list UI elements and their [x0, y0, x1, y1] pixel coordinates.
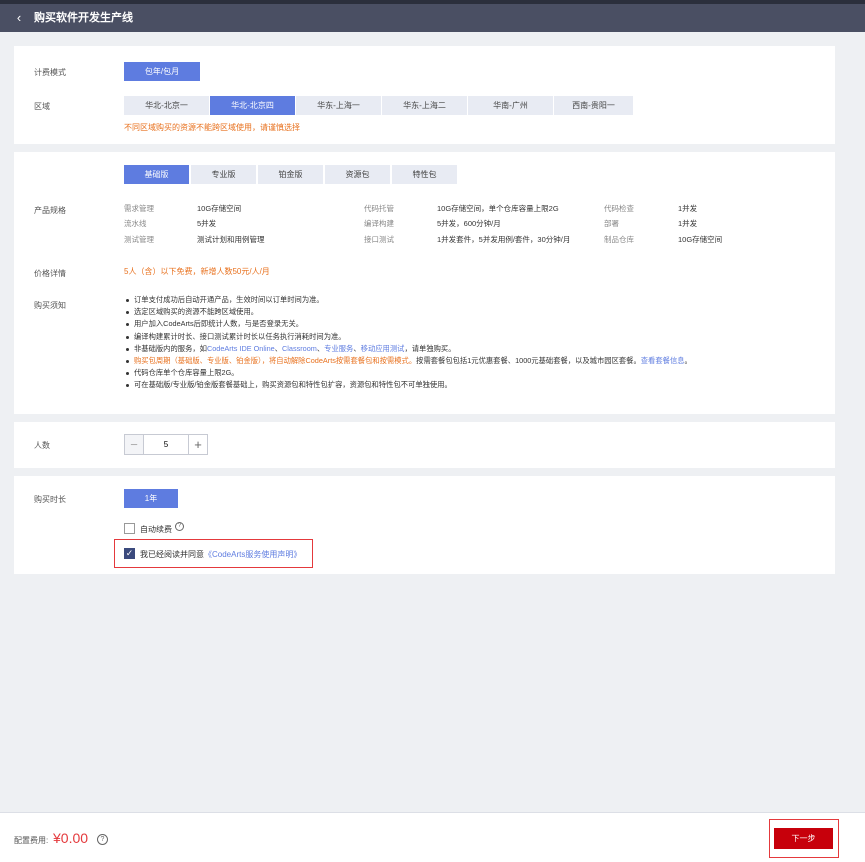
top-bar: ‹ 购买软件开发生产线 — [0, 0, 865, 32]
duration-label: 购买时长 — [34, 495, 66, 504]
decrement-button[interactable]: − — [125, 435, 144, 454]
region-label: 区域 — [34, 102, 50, 111]
spec-value: 10G存储空间 — [678, 235, 723, 244]
region-option-guangzhou[interactable]: 华南-广州 — [468, 96, 553, 115]
spec-key: 测试管理 — [124, 235, 154, 244]
price-label: 价格详情 — [34, 269, 66, 278]
spec-key: 代码托管 — [364, 204, 394, 213]
billing-mode-label: 计费模式 — [34, 68, 66, 77]
mobile-testing-link[interactable]: 移动应用测试 — [361, 344, 405, 353]
spec-value: 1并发 — [678, 219, 698, 228]
fee-label: 配置费用: — [14, 836, 49, 845]
next-button[interactable]: 下一步 — [774, 828, 833, 849]
agreement-checkbox[interactable]: ✓ — [124, 548, 135, 559]
spec-value: 1并发 — [678, 204, 698, 213]
notice-item: 可在基础版/专业版/铂金版套餐基础上，购买资源包和特性包扩容，资源包和特性包不可… — [124, 379, 692, 391]
region-option-beijing1[interactable]: 华北-北京一 — [124, 96, 209, 115]
spec-value: 10G存储空间，单个仓库容量上限2G — [437, 204, 559, 213]
spec-key: 代码检查 — [604, 204, 634, 213]
classroom-link[interactable]: Classroom — [282, 344, 317, 353]
tab-resource-pack[interactable]: 资源包 — [325, 165, 390, 184]
notice-label: 购买须知 — [34, 301, 66, 310]
spec-key: 接口测试 — [364, 235, 394, 244]
spec-value: 10G存储空间 — [197, 204, 242, 213]
users-count-input[interactable] — [145, 435, 187, 454]
users-label: 人数 — [34, 441, 50, 450]
region-option-shanghai1[interactable]: 华东-上海一 — [296, 96, 381, 115]
back-chevron-left-icon[interactable]: ‹ — [12, 11, 26, 25]
spec-value: 1并发套件，5并发用例/套件，30分钟/月 — [437, 235, 571, 244]
agreement-link[interactable]: 《CodeArts服务使用声明》 — [204, 550, 301, 559]
footer-bar: 配置费用: ¥0.00 ? 下一步 — [0, 812, 865, 862]
notice-item: 编译构建累计时长、接口测试累计时长以任务执行消耗时间为准。 — [124, 331, 692, 343]
region-warning: 不同区域购买的资源不能跨区域使用，请谨慎选择 — [124, 123, 300, 132]
notice-text: 、 — [353, 343, 361, 353]
notice-text: 按需套餐包包括1元优惠套餐、1000元基础套餐，以及城市园区套餐。 — [416, 355, 641, 365]
notice-text: ，请单独购买。 — [404, 343, 456, 353]
notice-item: 购买包周期（基础版、专业版、铂金版），将自动解除CodeArts按需套餐包和按需… — [124, 355, 692, 367]
professional-service-link[interactable]: 专业服务 — [324, 344, 353, 353]
agreement-prefix: 我已经阅读并同意 — [140, 550, 204, 559]
tab-platinum-edition[interactable]: 铂金版 — [258, 165, 323, 184]
codearts-ide-link[interactable]: CodeArts IDE Online — [207, 344, 275, 353]
notice-item: 用户加入CodeArts后即统计人数，与是否登录无关。 — [124, 318, 692, 330]
notice-item: 订单支付成功后自动开通产品，生效时间以订单时间为准。 — [124, 294, 692, 306]
auto-renew-checkbox[interactable] — [124, 523, 135, 534]
region-option-shanghai2[interactable]: 华东-上海二 — [382, 96, 467, 115]
tab-professional-edition[interactable]: 专业版 — [191, 165, 256, 184]
notice-warning-text: 购买包周期（基础版、专业版、铂金版），将自动解除CodeArts按需套餐包和按需… — [134, 355, 417, 365]
users-card: 人数 − + — [14, 422, 835, 468]
duration-option-1-year[interactable]: 1年 — [124, 489, 178, 508]
users-stepper: − + — [124, 434, 208, 455]
package-info-link[interactable]: 查看套餐信息 — [641, 356, 685, 365]
notice-item: 非基础版内的服务，如CodeArts IDE Online、Classroom、… — [124, 343, 692, 355]
duration-card: 购买时长 1年 自动续费 ? ✓ 我已经阅读并同意《CodeArts服务使用声明… — [14, 476, 835, 574]
region-option-guiyang1[interactable]: 西南-贵阳一 — [554, 96, 633, 115]
billing-option-yearly-monthly[interactable]: 包年/包月 — [124, 62, 200, 81]
spec-value: 5并发 — [197, 219, 217, 228]
spec-key: 制品仓库 — [604, 235, 634, 244]
spec-label: 产品规格 — [34, 206, 66, 215]
notice-item: 选定区域购买的资源不能跨区域使用。 — [124, 306, 692, 318]
notice-text: 非基础版内的服务，如 — [134, 343, 207, 353]
spec-value: 5并发，600分钟/月 — [437, 219, 501, 228]
spec-value: 测试计划和用例管理 — [197, 235, 265, 244]
increment-button[interactable]: + — [188, 435, 207, 454]
billing-region-card: 计费模式 包年/包月 区域 华北-北京一 华北-北京四 华东-上海一 华东-上海… — [14, 46, 835, 144]
help-question-icon[interactable]: ? — [175, 522, 184, 531]
notice-text: 。 — [684, 355, 692, 365]
spec-key: 编译构建 — [364, 219, 394, 228]
spec-key: 流水线 — [124, 219, 147, 228]
notice-text: 、 — [274, 343, 282, 353]
tab-basic-edition[interactable]: 基础版 — [124, 165, 189, 184]
page-title: 购买软件开发生产线 — [34, 12, 133, 24]
auto-renew-label: 自动续费 — [140, 525, 172, 534]
agreement-text: 我已经阅读并同意《CodeArts服务使用声明》 — [140, 549, 301, 560]
fee-value: ¥0.00 — [53, 830, 89, 846]
region-option-beijing4[interactable]: 华北-北京四 — [210, 96, 295, 115]
notice-item: 代码仓库单个仓库容量上限2G。 — [124, 367, 692, 379]
price-detail: 5人（含）以下免费，新增人数50元/人/月 — [124, 267, 270, 276]
fee-help-question-icon[interactable]: ? — [97, 834, 108, 845]
tab-feature-pack[interactable]: 特性包 — [392, 165, 457, 184]
spec-key: 需求管理 — [124, 204, 154, 213]
edition-card: 基础版 专业版 铂金版 资源包 特性包 产品规格 需求管理 10G存储空间 代码… — [14, 152, 835, 414]
notice-list: 订单支付成功后自动开通产品，生效时间以订单时间为准。 选定区域购买的资源不能跨区… — [124, 294, 692, 392]
spec-key: 部署 — [604, 219, 619, 228]
